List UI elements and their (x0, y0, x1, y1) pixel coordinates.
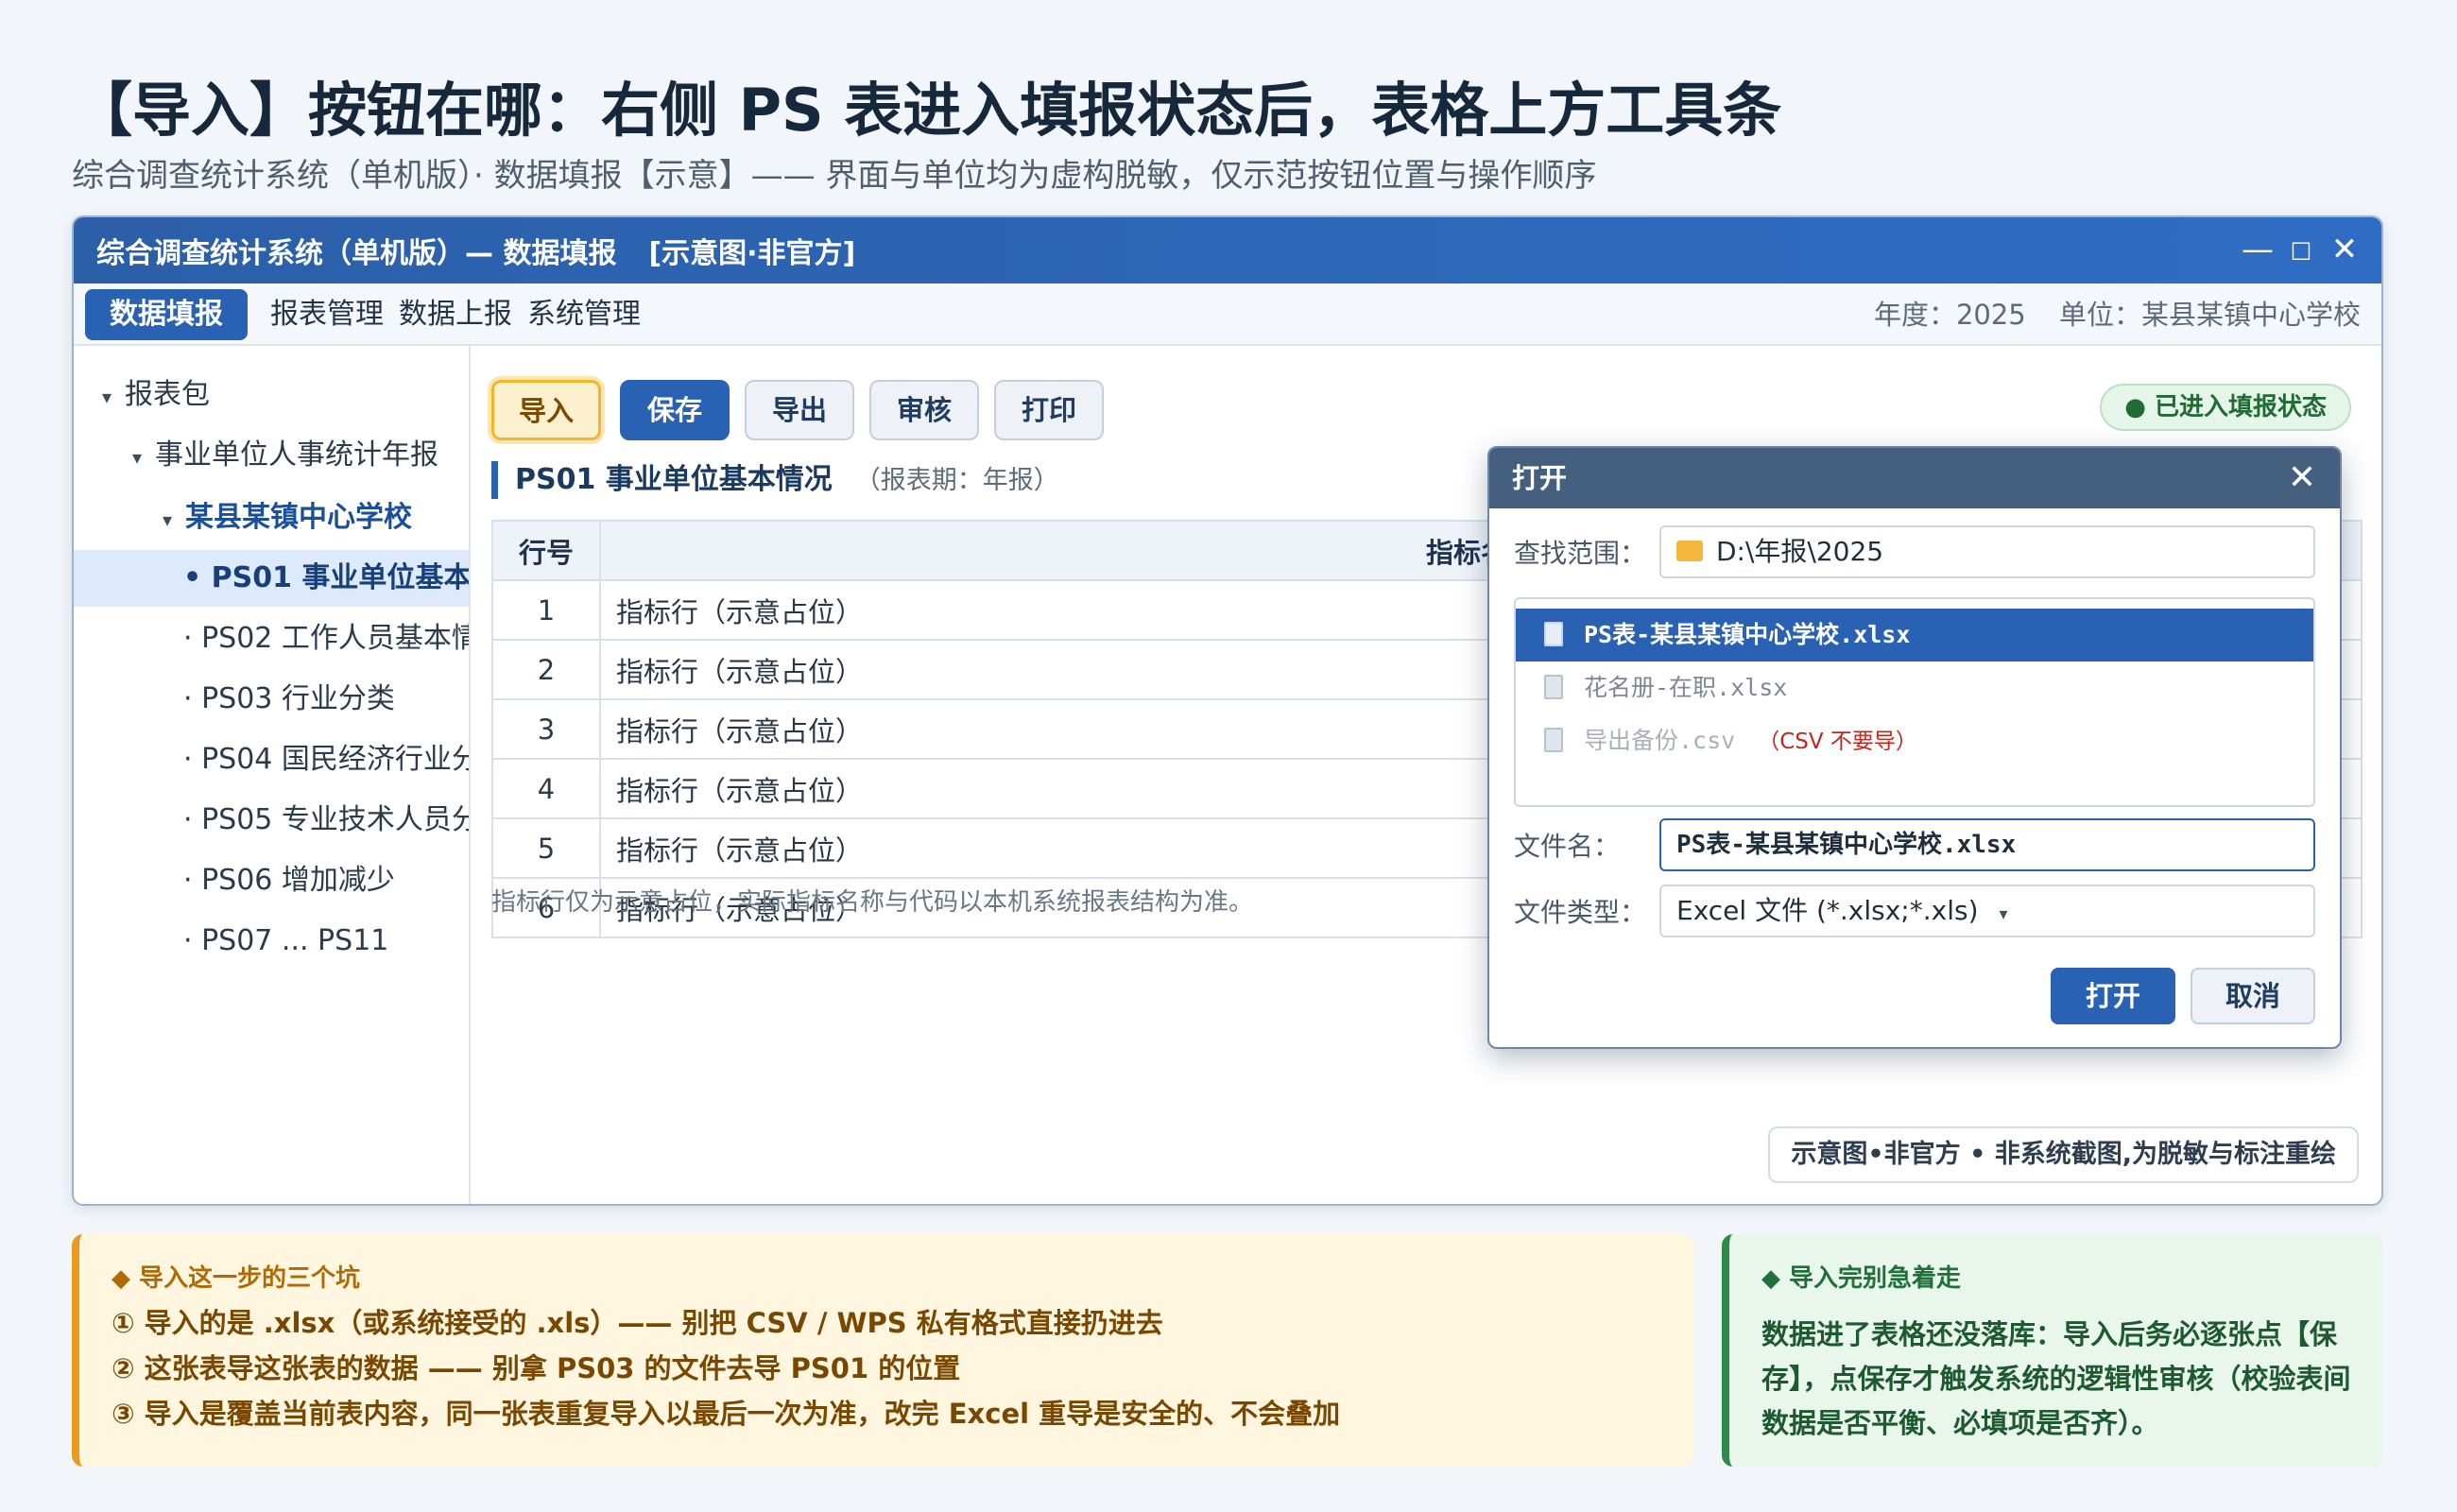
save-button[interactable]: 保存 (620, 380, 730, 440)
tree-level1[interactable]: ▾ 事业单位人事统计年报 (132, 427, 438, 484)
file-list: PS表-某县某镇中心学校.xlsx 花名册-在职.xlsx 导出备份.csv （C… (1514, 597, 2315, 807)
tree-level2[interactable]: ▾ 某县某镇中心学校 (163, 490, 412, 546)
menu-system-manage[interactable]: 系统管理 (503, 289, 665, 340)
tree-item-ps04[interactable]: · PS04 国民经济行业分类 (183, 731, 469, 788)
folder-icon (1676, 541, 1703, 561)
sheet-title: PS01 事业单位基本情况 （报表期：年报） (491, 461, 1059, 499)
menubar-info: 年度：2025 单位：某县某镇中心学校 (1849, 289, 2361, 340)
export-button[interactable]: 导出 (745, 380, 854, 440)
menu-data-fill[interactable]: 数据填报 (85, 289, 248, 340)
lookin-label: 查找范围： (1514, 538, 1647, 569)
pitfalls-heading: ◆ 导入这一步的三个坑 (112, 1264, 361, 1293)
sheet-period: （报表期：年报） (854, 466, 1059, 495)
maximize-icon[interactable]: □ (2283, 231, 2319, 268)
filetype-value: Excel 文件 (*.xlsx;*.xls) (1676, 895, 1979, 926)
close-icon[interactable]: ✕ (2327, 231, 2362, 268)
pitfall-item: ① 导入的是 .xlsx（或系统接受的 .xls）—— 别把 CSV / WPS… (112, 1307, 1163, 1339)
pitfall-item: ② 这张表导这张表的数据 —— 别拿 PS03 的文件去导 PS01 的位置 (112, 1352, 961, 1384)
audit-button[interactable]: 审核 (869, 380, 979, 440)
window-titlebar[interactable]: 综合调查统计系统（单机版）— 数据填报 [示意图·非官方] — □ ✕ (74, 217, 2381, 284)
row-no: 1 (491, 579, 601, 641)
row-no: 2 (491, 639, 601, 700)
open-file-dialog: 打开 ✕ 查找范围： D:\年报\2025 PS表-某县某镇中心学校.xlsx … (1487, 446, 2342, 1049)
tree-item-ps07-ps11[interactable]: · PS07 ... PS11 (183, 913, 388, 970)
file-icon (1544, 675, 1563, 699)
after-import-heading: ◆ 导入完别急着走 (1761, 1264, 1962, 1293)
close-icon[interactable]: ✕ (2281, 454, 2323, 503)
minimize-icon[interactable]: — (2240, 231, 2276, 268)
caret-down-icon: ▾ (1999, 904, 2008, 924)
lookin-select[interactable]: D:\年报\2025 (1659, 525, 2315, 578)
file-item-roster-xlsx[interactable]: 花名册-在职.xlsx (1516, 662, 2313, 714)
tree-item-ps02[interactable]: · PS02 工作人员基本情况 (183, 610, 469, 667)
file-item-backup-csv[interactable]: 导出备份.csv （CSV 不要导） (1516, 714, 2313, 767)
file-icon (1544, 728, 1563, 752)
row-no: 5 (491, 817, 601, 879)
watermark-label: 示意图•非官方 • 非系统截图,为脱敏与标注重绘 (1768, 1126, 2359, 1183)
tree-item-ps05[interactable]: · PS05 专业技术人员分类 (183, 792, 469, 849)
unit-label: 单位：某县某镇中心学校 (2058, 299, 2361, 331)
filename-input[interactable]: PS表-某县某镇中心学校.xlsx (1659, 818, 2315, 871)
lookin-value: D:\年报\2025 (1716, 536, 1884, 567)
tree-expanded-icon: ▾ (163, 508, 173, 531)
page-title: 【导入】按钮在哪：右侧 PS 表进入填报状态后，表格上方工具条 (74, 76, 1782, 145)
column-header-row-no: 行号 (491, 520, 601, 581)
print-button[interactable]: 打印 (994, 380, 1104, 440)
file-item-ps-xlsx[interactable]: PS表-某县某镇中心学校.xlsx (1516, 609, 2313, 662)
report-tree: ▾ 报表包 ▾ 事业单位人事统计年报 ▾ 某县某镇中心学校 • PS01 事业单位基本… (74, 346, 471, 1204)
file-icon (1544, 622, 1563, 646)
page-subtitle: 综合调查统计系统（单机版）· 数据填报【示意】—— 界面与单位均为虚构脱敏，仅示… (72, 157, 1597, 195)
tree-expanded-icon: ▾ (132, 446, 143, 469)
filename-label: 文件名： (1514, 831, 1621, 862)
pitfalls-card: ◆ 导入这一步的三个坑 ① 导入的是 .xlsx（或系统接受的 .xls）—— … (72, 1234, 1693, 1467)
dialog-title[interactable]: 打开 (1489, 448, 2340, 508)
after-import-body: 数据进了表格还没落库：导入后务必逐张点【保存】，点保存才触发系统的逻辑性审核（校… (1761, 1318, 2351, 1439)
tree-root[interactable]: ▾ 报表包 (102, 367, 210, 423)
tree-item-ps01[interactable]: • PS01 事业单位基本情况 (74, 550, 469, 607)
import-button[interactable]: 导入 (491, 380, 601, 440)
pitfall-item: ③ 导入是覆盖当前表内容，同一张表重复导入以最后一次为准，改完 Excel 重导… (112, 1398, 1341, 1430)
window-title: 综合调查统计系统（单机版）— 数据填报 (96, 237, 617, 270)
after-import-card: ◆ 导入完别急着走 数据进了表格还没落库：导入后务必逐张点【保存】，点保存才触发… (1722, 1234, 2383, 1467)
status-badge: ● 已进入填报状态 (2100, 384, 2351, 431)
year-label: 年度：2025 (1873, 299, 2026, 331)
menubar: 数据填报 报表管理 数据上报 系统管理 年度：2025 单位：某县某镇中心学校 (74, 284, 2381, 346)
open-button[interactable]: 打开 (2051, 968, 2175, 1024)
row-no: 4 (491, 758, 601, 819)
row-no: 3 (491, 698, 601, 760)
tree-item-ps06[interactable]: · PS06 增加减少 (183, 852, 395, 909)
sheet-note: 指标行仅为示意占位，实际指标名称与代码以本机系统报表结构为准。 (491, 888, 1254, 917)
tree-expanded-icon: ▾ (102, 386, 112, 408)
sheet-name: PS01 事业单位基本情况 (515, 463, 833, 496)
filetype-select[interactable]: Excel 文件 (*.xlsx;*.xls) ▾ (1659, 885, 2315, 937)
csv-warning: （CSV 不要导） (1758, 730, 1917, 754)
tree-item-ps03[interactable]: · PS03 行业分类 (183, 671, 395, 728)
cancel-button[interactable]: 取消 (2191, 968, 2315, 1024)
filetype-label: 文件类型： (1514, 897, 1647, 928)
window-title-tag: [示意图·非官方] (648, 237, 856, 270)
